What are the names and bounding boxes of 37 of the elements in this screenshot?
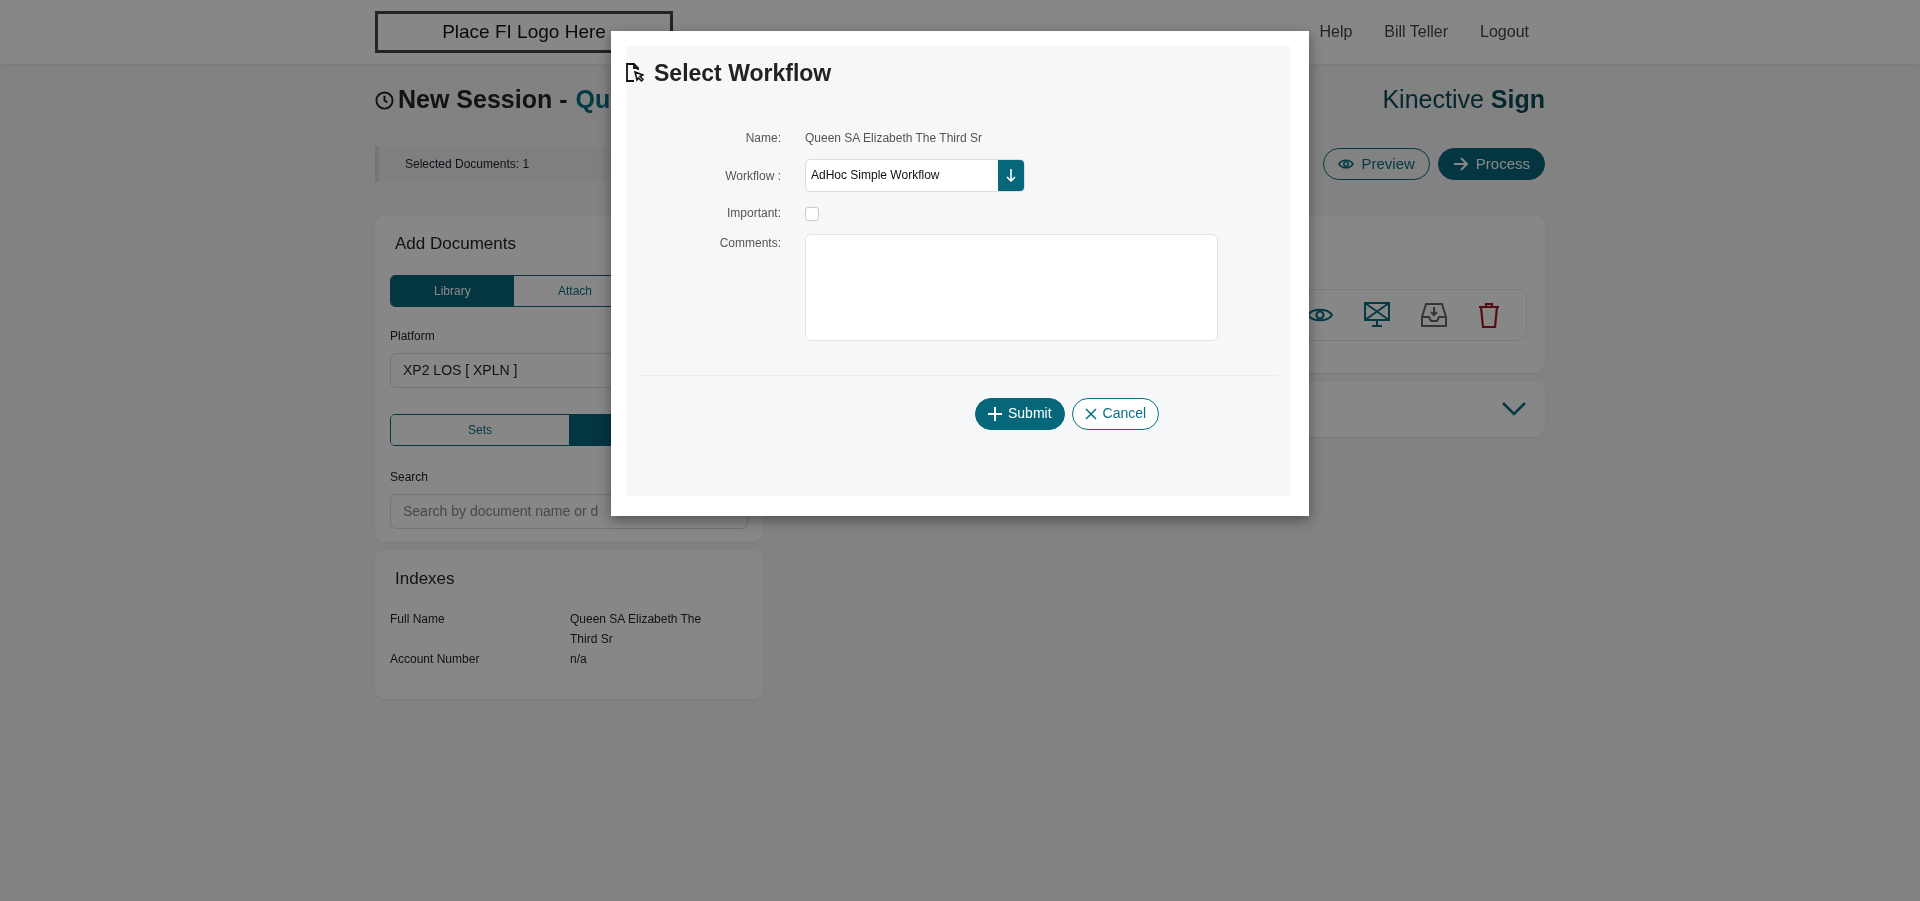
- field-label: Important:: [725, 204, 781, 222]
- submit-button[interactable]: Submit: [975, 397, 1065, 430]
- page-title: New Session -: [398, 84, 568, 116]
- field-label: Comments:: [718, 234, 781, 252]
- index-key: Full Name: [390, 609, 570, 649]
- trash-icon[interactable]: [1478, 302, 1500, 328]
- cancel-button[interactable]: Cancel: [1071, 397, 1160, 430]
- nav-link[interactable]: Help: [1319, 20, 1353, 44]
- index-key: Account Number: [390, 649, 570, 669]
- arrow-right-icon: [1452, 157, 1469, 171]
- eye-icon[interactable]: [1307, 306, 1333, 324]
- workflow-select[interactable]: AdHoc Simple Workflow: [805, 158, 1025, 192]
- field-label: Platform: [390, 327, 436, 345]
- index-value: n/a: [570, 651, 588, 668]
- comments-field[interactable]: [805, 233, 1218, 341]
- document-cursor-icon: [626, 63, 644, 84]
- nav-link[interactable]: Bill Teller: [1384, 20, 1449, 44]
- clock-icon: [375, 90, 394, 110]
- chevron-down-icon[interactable]: [1501, 401, 1527, 417]
- name-value: Queen SA Elizabeth The Third Sr: [805, 129, 982, 147]
- arrow-down-icon: [1006, 168, 1016, 182]
- close-icon: [1084, 407, 1097, 420]
- card-title: Indexes: [395, 567, 456, 590]
- plus-icon: [988, 406, 1002, 421]
- monitor-icon[interactable]: [1364, 302, 1390, 328]
- brand-name: Kinective Sign: [1382, 84, 1545, 116]
- session-name: Qu: [575, 84, 611, 116]
- dialog-title: Select Workflow: [654, 59, 832, 88]
- eye-icon: [1338, 158, 1355, 170]
- checkbox[interactable]: [805, 206, 819, 221]
- field-label: Search: [390, 468, 430, 486]
- field-label: Name:: [744, 129, 781, 147]
- nav-link[interactable]: Logout: [1480, 20, 1529, 44]
- inbox-download-icon[interactable]: [1421, 302, 1447, 328]
- tab[interactable]: Library: [391, 275, 514, 306]
- logo-text: Place FI Logo Here: [442, 19, 606, 44]
- process-button[interactable]: Process: [1437, 147, 1545, 181]
